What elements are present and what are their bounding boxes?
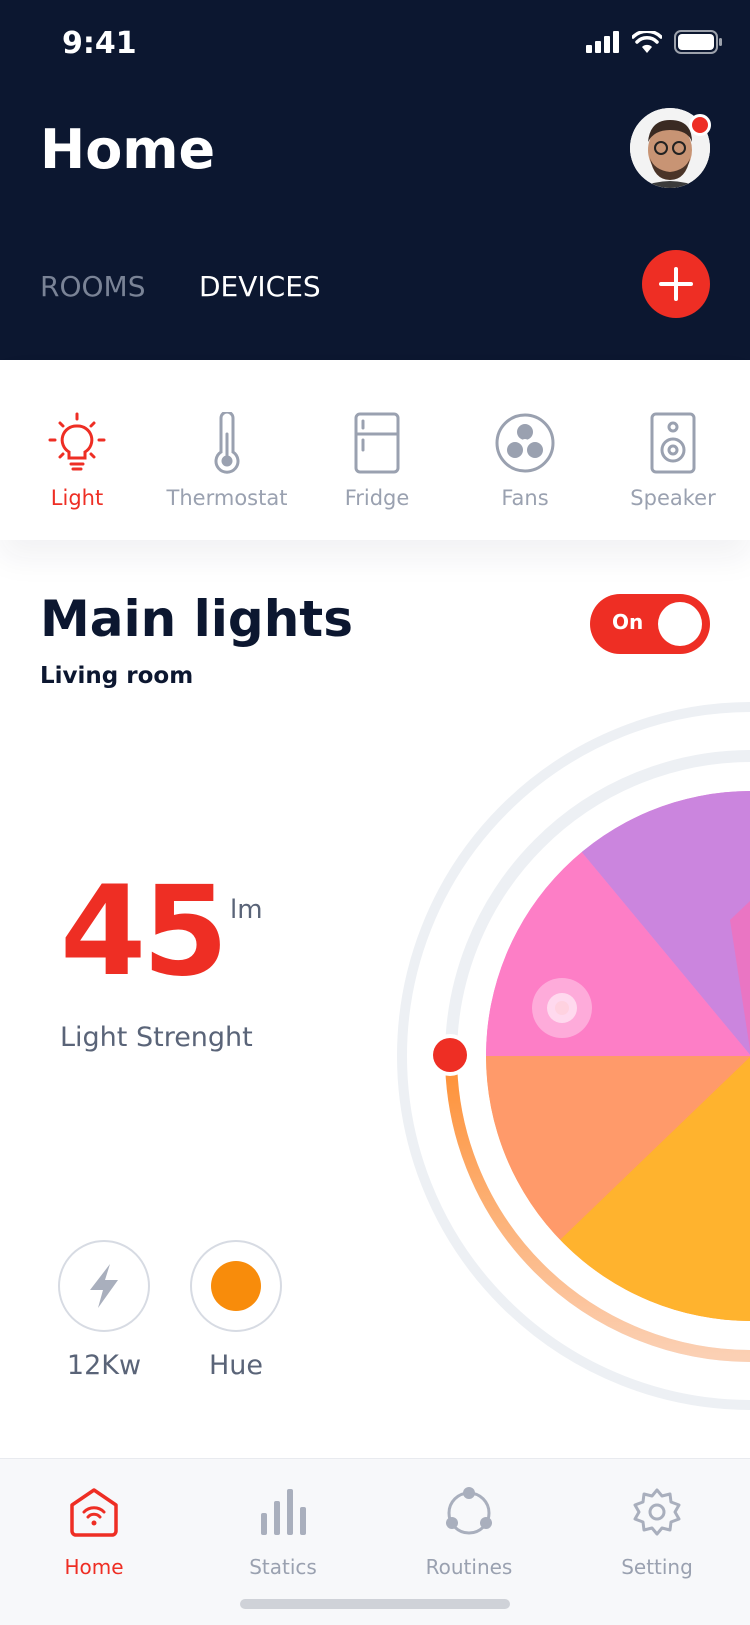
power-stat-button[interactable] xyxy=(58,1240,150,1332)
device-tab-label: Light xyxy=(50,486,104,510)
device-tab-speaker[interactable]: Speaker xyxy=(598,408,748,510)
light-unit: lm xyxy=(230,895,263,925)
device-tab-label: Speaker xyxy=(630,486,716,510)
notification-badge xyxy=(689,114,711,136)
home-icon xyxy=(70,1488,118,1537)
fan-icon xyxy=(495,413,555,473)
device-tab-label: Fridge xyxy=(344,486,410,510)
hue-stat-label: Hue xyxy=(208,1350,264,1381)
nav-setting[interactable]: Setting xyxy=(587,1481,727,1579)
device-tab-label: Fans xyxy=(501,486,549,510)
hue-swatch xyxy=(211,1261,261,1311)
device-category-bar: Light Thermostat Fridge Fans Speaker xyxy=(0,360,750,540)
hue-stat-button[interactable] xyxy=(190,1240,282,1332)
light-value: 45 xyxy=(60,860,229,1004)
device-tab-fans[interactable]: Fans xyxy=(450,408,600,510)
lightning-icon xyxy=(90,1264,118,1308)
tab-devices[interactable]: DEVICES xyxy=(199,270,321,303)
device-tab-thermostat[interactable]: Thermostat xyxy=(152,408,302,510)
power-stat-label: 12Kw xyxy=(66,1350,142,1381)
device-tab-light[interactable]: Light xyxy=(2,408,152,510)
speaker-icon xyxy=(650,412,696,474)
device-room: Living room xyxy=(40,663,194,689)
routines-icon xyxy=(446,1487,492,1535)
light-value-label: Light Strenght xyxy=(60,1022,253,1053)
toggle-label: On xyxy=(612,610,644,634)
page-title: Home xyxy=(40,118,216,181)
nav-home[interactable]: Home xyxy=(24,1481,164,1579)
thermometer-icon xyxy=(214,412,240,474)
plus-icon xyxy=(659,267,693,301)
nav-label: Statics xyxy=(249,1555,317,1579)
battery-icon xyxy=(674,30,722,54)
status-icons xyxy=(586,30,722,54)
nav-label: Routines xyxy=(425,1555,513,1579)
tab-rooms[interactable]: ROOMS xyxy=(40,270,145,303)
device-title: Main lights xyxy=(40,590,353,648)
brightness-handle[interactable] xyxy=(433,1038,467,1072)
home-indicator xyxy=(240,1599,510,1609)
signal-icon xyxy=(586,31,619,53)
toggle-knob xyxy=(658,602,702,646)
bar-chart-icon xyxy=(261,1489,306,1535)
nav-label: Home xyxy=(64,1555,124,1579)
power-toggle[interactable]: On xyxy=(590,594,710,654)
add-button[interactable] xyxy=(642,250,710,318)
device-tab-fridge[interactable]: Fridge xyxy=(302,408,452,510)
device-tab-label: Thermostat xyxy=(166,486,288,510)
nav-statics[interactable]: Statics xyxy=(213,1481,353,1579)
nav-routines[interactable]: Routines xyxy=(399,1481,539,1579)
bulb-icon xyxy=(48,412,106,471)
wifi-icon xyxy=(632,31,662,53)
header: 9:41 Home ROOMS DEVICES xyxy=(0,0,750,360)
fridge-icon xyxy=(354,412,400,474)
nav-label: Setting xyxy=(621,1555,693,1579)
gear-icon xyxy=(633,1488,681,1536)
status-time: 9:41 xyxy=(62,26,137,61)
